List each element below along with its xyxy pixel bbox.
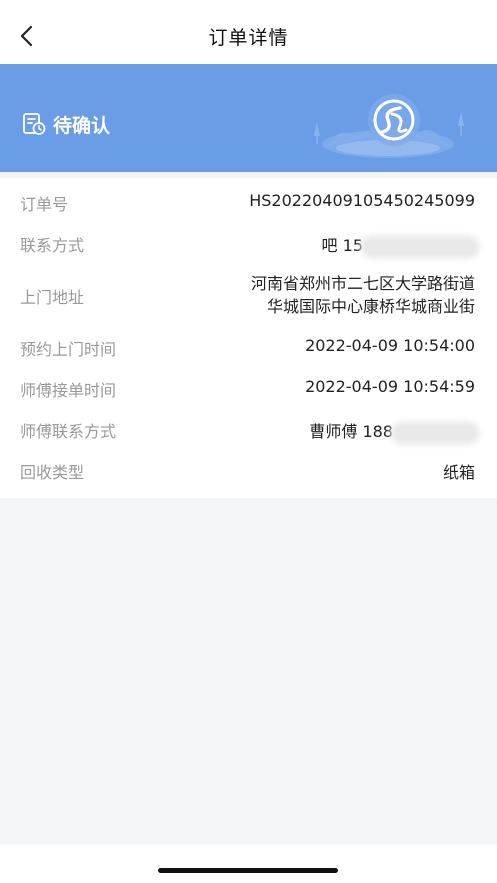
address-line-2: 华城国际中心康桥华城商业街 — [266, 297, 475, 316]
nav-bar: 订单详情 — [0, 0, 497, 64]
home-indicator[interactable] — [158, 868, 338, 873]
redacted-master-phone — [395, 425, 475, 440]
scheduled-time-value: 2022-04-09 10:54:00 — [305, 336, 475, 355]
address-label: 上门地址 — [20, 288, 85, 307]
contact-value: 吧 15 — [321, 236, 363, 255]
master-contact-value-row: 曹师傅 188 — [309, 418, 475, 442]
bottom-bar — [0, 845, 497, 883]
status-banner: 待确认 — [0, 64, 497, 172]
contact-value-row: 吧 15 — [322, 232, 475, 256]
order-number-value: HS20220409105450245099 — [249, 191, 475, 210]
contact-label: 联系方式 — [20, 236, 85, 255]
order-details-card: 订单号 HS20220409105450245099 联系方式 吧 15 上门地… — [0, 178, 497, 498]
master-contact-value: 曹师傅 188 — [309, 422, 393, 441]
redacted-phone — [365, 239, 475, 254]
accepted-time-value: 2022-04-09 10:54:59 — [305, 377, 475, 396]
clock-document-icon — [23, 113, 46, 135]
page-title: 订单详情 — [208, 27, 289, 49]
recycle-type-label: 回收类型 — [20, 463, 85, 482]
address-line-1: 河南省郑州市二七区大学路街道 — [250, 274, 475, 293]
address-value: 河南省郑州市二七区大学路街道 华城国际中心康桥华城商业街 — [251, 272, 475, 318]
brand-decoration-icon — [314, 94, 464, 158]
recycle-type-value: 纸箱 — [442, 463, 475, 482]
scheduled-time-label: 预约上门时间 — [20, 340, 117, 359]
accepted-time-label: 师傅接单时间 — [20, 381, 117, 400]
status-label: 待确认 — [53, 115, 111, 137]
order-number-label: 订单号 — [20, 195, 69, 214]
master-contact-label: 师傅联系方式 — [20, 422, 117, 441]
